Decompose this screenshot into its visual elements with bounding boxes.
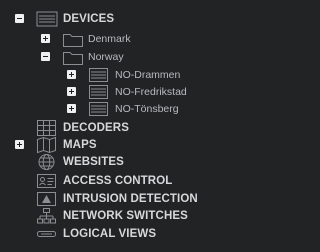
tree-item-websites[interactable]: WEBSITES [0,153,215,171]
tree-item-no-drammen[interactable]: NO-Drammen [0,66,215,84]
device-list-icon [88,100,108,118]
expand-toggle-icon[interactable] [67,104,76,113]
tree-item-logical-views[interactable]: LOGICAL VIEWS [0,225,215,243]
tree-item-label: Denmark [88,33,131,45]
tree-item-label: MAPS [63,139,97,151]
tree-item-norway[interactable]: Norway [0,48,215,66]
tree-item-maps[interactable]: MAPS [0,136,215,154]
tree-item-label: NO-Tönsberg [115,103,179,115]
network-switch-icon [36,207,56,225]
tree-item-access-control[interactable]: ACCESS CONTROL [0,172,215,190]
device-list-icon [88,66,108,84]
expand-toggle-icon[interactable] [67,87,76,96]
tree-item-network-switches[interactable]: NETWORK SWITCHES [0,207,215,225]
alarm-panel-icon [36,190,56,208]
devices-list-icon [36,10,58,28]
tree-item-label: Norway [88,51,124,63]
id-card-icon [36,172,56,190]
expand-toggle-icon[interactable] [15,140,24,149]
tree-item-devices[interactable]: DEVICES [0,10,215,28]
tree-item-no-fredrikstad[interactable]: NO-Fredrikstad [0,83,215,101]
device-list-icon [88,83,108,101]
tree-item-label: DECODERS [63,122,129,134]
tree-item-label: NO-Fredrikstad [115,86,187,98]
globe-icon [36,153,56,171]
tree-item-label: ACCESS CONTROL [63,175,173,187]
tree-item-denmark[interactable]: Denmark [0,30,215,48]
decoder-grid-icon [36,119,56,137]
tree-item-label: DEVICES [63,13,115,25]
folder-icon [62,48,83,66]
collapse-toggle-icon[interactable] [41,52,50,61]
expand-toggle-icon[interactable] [67,70,76,79]
tree-item-decoders[interactable]: DECODERS [0,119,215,137]
tree-item-label: WEBSITES [63,156,124,168]
folder-icon [62,30,83,48]
collapse-toggle-icon[interactable] [15,14,24,23]
expand-toggle-icon[interactable] [41,34,50,43]
tree-item-label: NO-Drammen [115,69,181,81]
tree-item-label: INTRUSION DETECTION [63,193,198,205]
tree-item-no-tonsberg[interactable]: NO-Tönsberg [0,100,215,118]
logical-view-icon [36,225,56,243]
tree-item-label: LOGICAL VIEWS [63,228,157,240]
tree-item-label: NETWORK SWITCHES [63,210,188,222]
tree-item-intrusion-detection[interactable]: INTRUSION DETECTION [0,190,215,208]
map-icon [36,136,56,154]
